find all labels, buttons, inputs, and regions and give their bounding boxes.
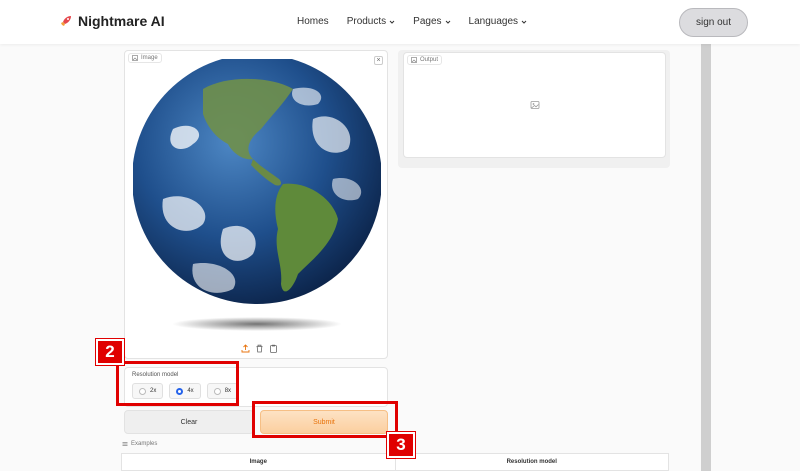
examples-label: Examples — [122, 441, 157, 447]
page-scrollbar[interactable] — [701, 44, 711, 471]
examples-header-image: Image — [249, 459, 267, 465]
brand-name: Nightmare AI — [78, 13, 165, 29]
chevron-down-icon — [521, 20, 527, 24]
nav-products-label: Products — [346, 16, 387, 27]
main-nav: Homes Products Pages Languages — [297, 16, 527, 27]
nav-languages-label: Languages — [468, 16, 519, 27]
chevron-down-icon — [389, 20, 395, 24]
annotation-badge-2: 2 — [96, 339, 124, 365]
sign-out-button[interactable]: sign out — [679, 8, 748, 37]
nav-pages[interactable]: Pages — [413, 16, 450, 27]
top-header: Nightmare AI Homes Products Pages Langua… — [0, 0, 800, 44]
annotation-box-submit — [252, 401, 398, 438]
nav-pages-label: Pages — [413, 16, 442, 27]
image-toolbar — [241, 344, 278, 353]
image-placeholder-icon — [530, 101, 540, 109]
chevron-down-icon — [445, 20, 450, 24]
earth-image — [133, 59, 381, 331]
annotation-box-resolution — [116, 361, 239, 406]
upload-icon[interactable] — [241, 344, 250, 353]
nav-homes[interactable]: Homes — [297, 16, 329, 27]
image-input-panel[interactable]: Image × — [124, 50, 388, 359]
list-icon — [122, 442, 128, 446]
nav-homes-label: Homes — [297, 16, 329, 27]
clipboard-icon[interactable] — [269, 344, 278, 353]
brand-logo[interactable]: Nightmare AI — [60, 13, 165, 29]
annotation-badge-3: 3 — [387, 432, 415, 458]
image-icon — [411, 57, 417, 63]
examples-header-resolution: Resolution model — [394, 454, 669, 470]
output-label-text: Output — [420, 57, 439, 63]
clear-button[interactable]: Clear — [124, 410, 254, 434]
trash-icon[interactable] — [255, 344, 264, 353]
nav-products[interactable]: Products — [347, 16, 395, 27]
nav-languages[interactable]: Languages — [469, 16, 528, 27]
examples-label-text: Examples — [131, 441, 158, 447]
output-panel-label: Output — [407, 55, 443, 65]
rocket-icon — [61, 16, 71, 26]
output-panel: Output — [403, 52, 666, 158]
